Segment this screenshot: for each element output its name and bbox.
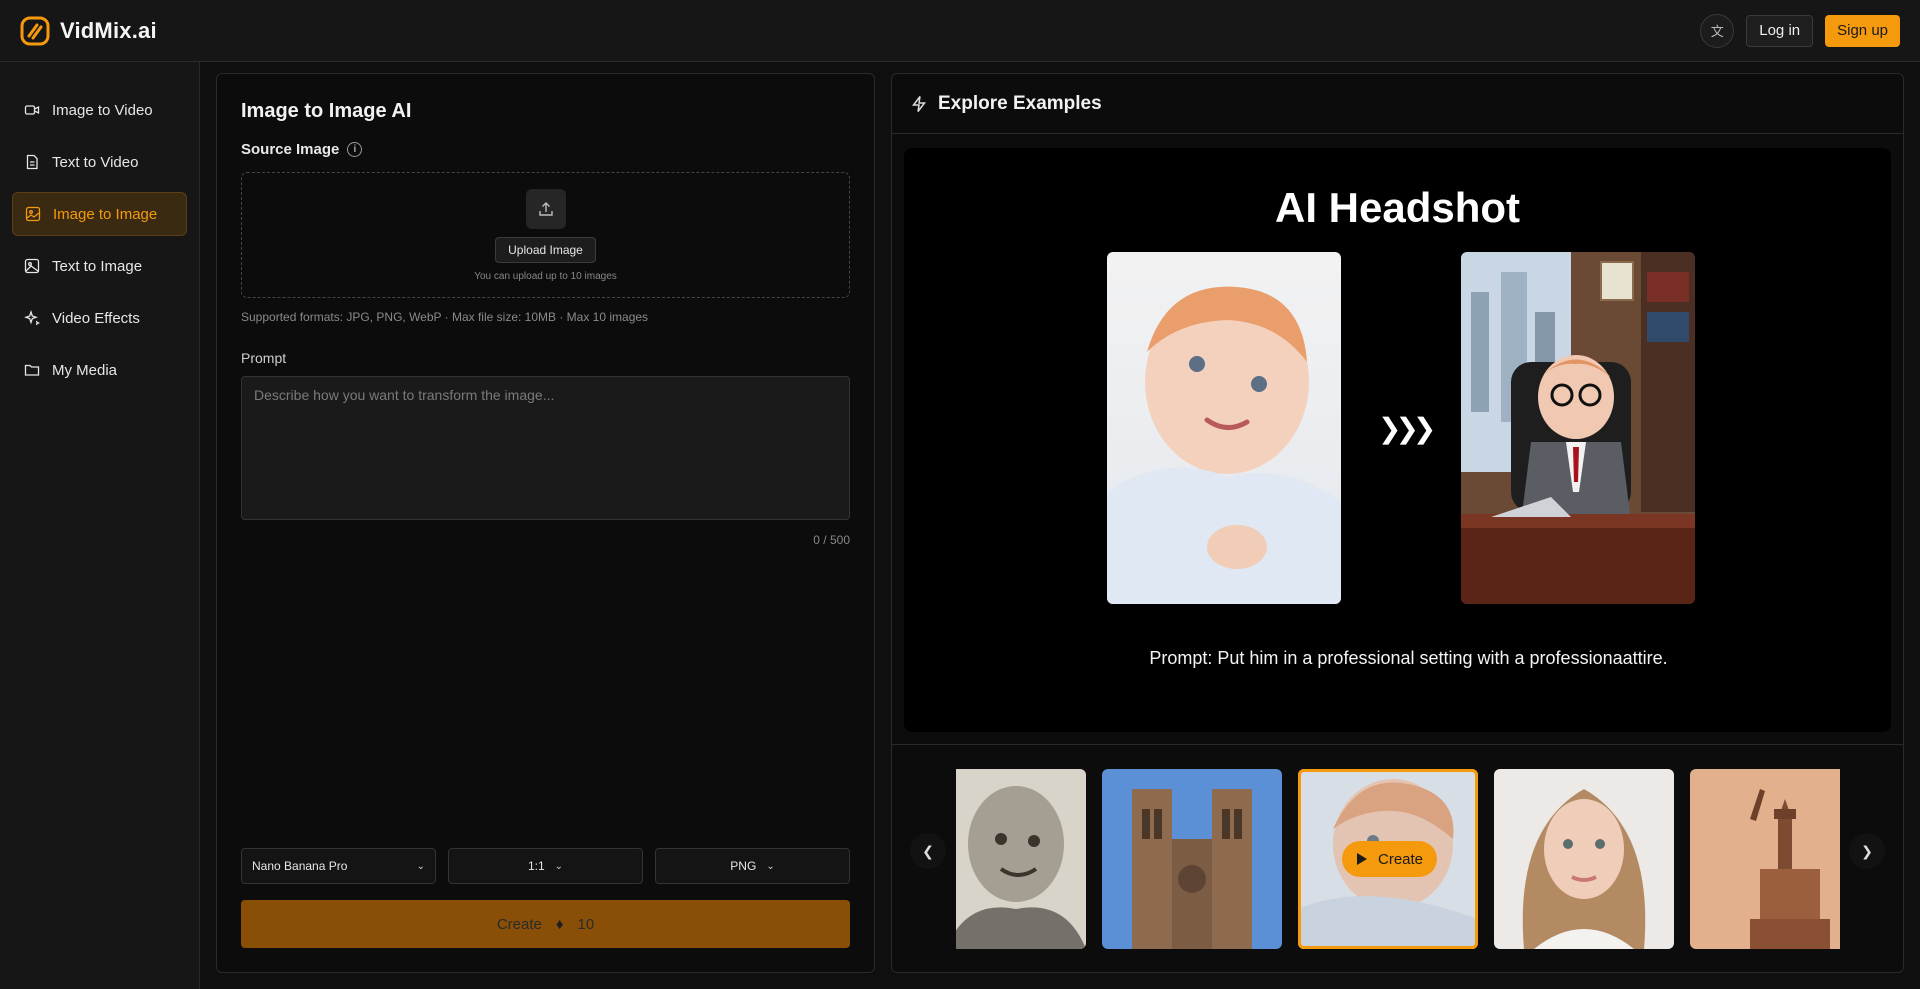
model-select-value: Nano Banana Pro xyxy=(252,859,348,873)
chevron-down-icon: ⌄ xyxy=(554,860,564,872)
upload-image-button[interactable]: Upload Image xyxy=(495,236,596,263)
credits-gem-icon: ♦ xyxy=(555,915,564,933)
chevron-left-icon: ❮ xyxy=(922,842,934,859)
create-button-label: Create xyxy=(496,915,542,933)
brand-name: VidMix.ai xyxy=(60,17,157,43)
sidebar-item-label: My Media xyxy=(52,361,118,379)
top-header: VidMix.ai 文 Log in Sign up xyxy=(0,0,1920,62)
prompt-input[interactable] xyxy=(241,376,850,520)
example-thumb[interactable] xyxy=(1102,769,1282,949)
sidebar-item-image-to-video[interactable]: Image to Video xyxy=(12,88,187,132)
example-thumb-selected[interactable]: Create xyxy=(1298,769,1478,949)
signup-button[interactable]: Sign up xyxy=(1825,14,1900,47)
thumb-create-label: Create xyxy=(1378,850,1424,868)
document-icon xyxy=(26,154,38,170)
thumb-create-button[interactable]: Create xyxy=(1342,841,1438,877)
upload-icon xyxy=(525,188,566,229)
image-icon xyxy=(24,258,40,274)
sidebar-item-label: Image to Image xyxy=(53,205,158,223)
carousel-prev-button[interactable]: ❮ xyxy=(910,833,946,869)
upload-hint: You can upload up to 10 images xyxy=(474,270,617,282)
example-showcase: AI Headshot ❯❯❯ Prompt: Put him in a pro… xyxy=(904,148,1891,732)
sidebar-item-label: Image to Video xyxy=(52,101,153,119)
example-thumb[interactable] xyxy=(1690,769,1840,949)
supported-formats-text: Supported formats: JPG, PNG, WebP · Max … xyxy=(241,310,649,324)
prompt-label: Prompt xyxy=(241,350,287,366)
aspect-ratio-value: 1:1 xyxy=(527,859,545,873)
sidebar-item-label: Text to Video xyxy=(52,153,139,171)
create-button[interactable]: Create ♦ 10 xyxy=(241,900,850,948)
video-camera-icon xyxy=(24,105,40,115)
output-format-select[interactable]: PNG ⌄ xyxy=(655,848,850,884)
sidebar: Image to Video Text to Video Image to Im… xyxy=(0,62,200,989)
sidebar-item-text-to-image[interactable]: Text to Image xyxy=(12,244,187,288)
output-format-value: PNG xyxy=(730,859,757,873)
play-icon xyxy=(1357,853,1367,865)
before-image xyxy=(1107,252,1341,604)
credits-cost: 10 xyxy=(577,915,595,933)
login-button[interactable]: Log in xyxy=(1746,14,1814,47)
sidebar-item-my-media[interactable]: My Media xyxy=(12,348,187,392)
character-counter: 0 / 500 xyxy=(813,533,850,547)
chevron-down-icon: ⌄ xyxy=(416,860,425,872)
upload-dropzone[interactable]: Upload Image You can upload up to 10 ima… xyxy=(241,172,850,298)
translate-icon: 文 xyxy=(1710,24,1724,39)
vidmix-logo-icon xyxy=(20,16,50,45)
generator-panel: Image to Image AI Source Image i Upload … xyxy=(216,73,875,973)
showcase-title: AI Headshot xyxy=(1274,184,1521,231)
examples-panel: Explore Examples AI Headshot ❯❯❯ Prompt:… xyxy=(891,73,1904,973)
chevron-down-icon: ⌄ xyxy=(766,860,775,872)
lightning-icon xyxy=(911,95,927,112)
carousel-next-button[interactable]: ❯ xyxy=(1849,833,1885,869)
sparkle-icon xyxy=(24,310,40,326)
info-icon[interactable]: i xyxy=(347,142,363,157)
brand-logo[interactable]: VidMix.ai xyxy=(20,16,157,46)
language-button[interactable]: 文 xyxy=(1700,13,1735,48)
image-edit-icon xyxy=(25,206,41,222)
sidebar-item-label: Video Effects xyxy=(52,309,140,327)
example-thumb[interactable] xyxy=(956,769,1086,949)
example-thumb[interactable] xyxy=(1494,769,1674,949)
sidebar-item-video-effects[interactable]: Video Effects xyxy=(12,296,187,340)
transform-arrow-icon: ❯❯❯ xyxy=(1378,413,1436,444)
sidebar-item-text-to-video[interactable]: Text to Video xyxy=(12,140,187,184)
model-select[interactable]: Nano Banana Pro ⌄ xyxy=(241,848,436,884)
examples-title: Explore Examples xyxy=(938,92,1102,114)
after-image xyxy=(1461,252,1695,604)
folder-icon xyxy=(24,364,40,376)
aspect-ratio-select[interactable]: 1:1 ⌄ xyxy=(448,848,643,884)
examples-carousel: ❮ Create ❯ xyxy=(892,744,1903,974)
page-title: Image to Image AI xyxy=(241,100,412,122)
showcase-prompt: Prompt: Put him in a professional settin… xyxy=(1149,648,1668,668)
source-image-label: Source Image xyxy=(241,141,340,158)
chevron-right-icon: ❯ xyxy=(1861,842,1873,859)
sidebar-item-label: Text to Image xyxy=(52,257,143,275)
sidebar-item-image-to-image[interactable]: Image to Image xyxy=(12,192,187,236)
